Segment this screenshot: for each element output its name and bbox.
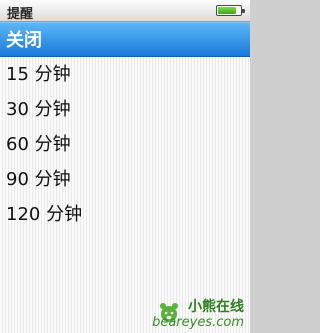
menu-item-15-minutes[interactable]: 15 分钟 xyxy=(0,57,250,92)
battery-icon xyxy=(216,5,245,16)
reminder-menu: 关闭 15 分钟 30 分钟 60 分钟 90 分钟 120 分钟 xyxy=(0,22,250,232)
screen-title: 提醒 xyxy=(7,7,34,22)
battery-level-fill xyxy=(218,7,237,14)
watermark-site: beareyes.com xyxy=(152,315,244,330)
watermark: 小熊在线 beareyes.com xyxy=(152,299,244,330)
menu-item-120-minutes[interactable]: 120 分钟 xyxy=(0,197,250,232)
menu-item-60-minutes[interactable]: 60 分钟 xyxy=(0,127,250,162)
menu-item-30-minutes[interactable]: 30 分钟 xyxy=(0,92,250,127)
status-bar: 提醒 xyxy=(0,0,250,22)
menu-item-label: 90 分钟 xyxy=(6,169,71,190)
menu-item-label: 15 分钟 xyxy=(6,64,71,85)
menu-item-90-minutes[interactable]: 90 分钟 xyxy=(0,162,250,197)
menu-item-label: 30 分钟 xyxy=(6,99,71,120)
menu-item-label: 120 分钟 xyxy=(6,204,83,225)
menu-item-label: 60 分钟 xyxy=(6,134,71,155)
watermark-name: 小熊在线 xyxy=(188,299,244,315)
menu-item-label: 关闭 xyxy=(6,30,42,51)
device-screen: 提醒 关闭 15 分钟 30 分钟 60 分钟 90 分钟 120 分钟 小熊在… xyxy=(0,0,250,333)
menu-item-off[interactable]: 关闭 xyxy=(0,22,250,57)
